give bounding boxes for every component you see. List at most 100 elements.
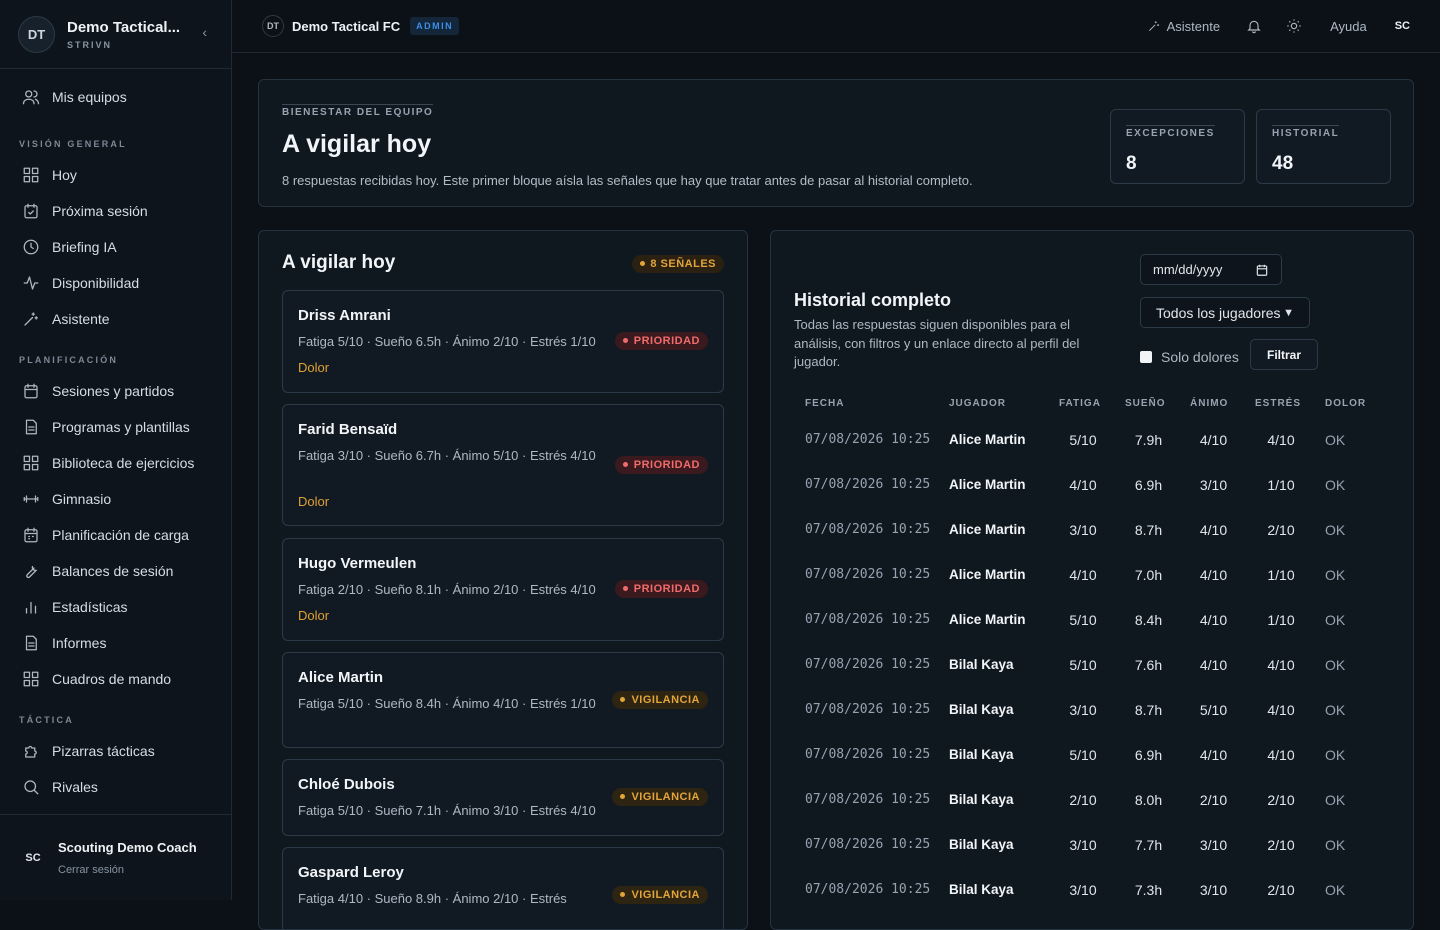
col-fecha[interactable]: FECHA <box>793 389 949 417</box>
player-metrics: Fatiga 5/10 · Sueño 6.5h · Ánimo 2/10 · … <box>298 333 613 351</box>
player-alert-card[interactable]: Farid Bensaïd Fatiga 3/10 · Sueño 6.7h ·… <box>282 404 724 526</box>
date-filter-input[interactable]: mm/dd/yyyy <box>1140 254 1282 285</box>
sidebar-item-programas[interactable]: Programas y plantillas <box>0 409 231 445</box>
player-alert-card[interactable]: Alice Martin Fatiga 5/10 · Sueño 8.4h · … <box>282 652 724 748</box>
history-description: Todas las respuestas siguen disponibles … <box>794 316 1114 372</box>
priority-badge: PRIORIDAD <box>615 456 708 474</box>
sidebar-item-sesiones[interactable]: Sesiones y partidos <box>0 373 231 409</box>
sidebar-item-hoy[interactable]: Hoy <box>0 157 231 193</box>
sidebar-item-rivales[interactable]: Rivales <box>0 769 231 805</box>
table-row[interactable]: 07/08/2026 10:25Bilal Kaya3/107.7h3/102/… <box>793 822 1375 867</box>
team-switcher[interactable]: DT Demo Tactical... STRIVN ‹ <box>0 0 231 69</box>
table-row[interactable]: 07/08/2026 10:25Alice Martin5/107.9h4/10… <box>793 417 1375 462</box>
watch-badge: VIGILANCIA <box>612 886 708 904</box>
table-row[interactable]: 07/08/2026 10:25Alice Martin3/108.7h4/10… <box>793 507 1375 552</box>
cell-player[interactable]: Alice Martin <box>949 597 1059 642</box>
cell-player[interactable]: Alice Martin <box>949 507 1059 552</box>
theme-toggle[interactable] <box>1286 18 1302 34</box>
sidebar-item-label: Disponibilidad <box>52 275 139 291</box>
table-row[interactable]: 07/08/2026 10:25Bilal Kaya3/107.3h3/102/… <box>793 867 1375 912</box>
table-row[interactable]: 07/08/2026 10:25Bilal Kaya2/108.0h2/102/… <box>793 777 1375 822</box>
calendar-icon[interactable] <box>1255 263 1269 277</box>
col-dolor[interactable]: DOLOR <box>1325 389 1375 417</box>
date-placeholder: mm/dd/yyyy <box>1153 262 1222 277</box>
team-name: Demo Tactical... <box>67 19 180 36</box>
sidebar-item-label: Estadísticas <box>52 599 127 615</box>
sidebar-item-asistente[interactable]: Asistente <box>0 301 231 337</box>
sidebar-item-planificacion-carga[interactable]: Planificación de carga <box>0 517 231 553</box>
table-row[interactable]: 07/08/2026 10:25Alice Martin4/107.0h4/10… <box>793 552 1375 597</box>
checkbox-box[interactable] <box>1140 351 1152 363</box>
cell-player[interactable]: Bilal Kaya <box>949 687 1059 732</box>
filter-button[interactable]: Filtrar <box>1250 339 1318 370</box>
file-text-icon <box>22 634 40 652</box>
col-jugador[interactable]: JUGADOR <box>949 389 1059 417</box>
sidebar-item-informes[interactable]: Informes <box>0 625 231 661</box>
cell-sleep: 7.0h <box>1125 552 1190 597</box>
sidebar-item-proxima-sesion[interactable]: Próxima sesión <box>0 193 231 229</box>
history-title: Historial completo <box>794 290 951 311</box>
cell-stress: 1/10 <box>1255 597 1325 642</box>
table-row[interactable]: 07/08/2026 10:25Alice Martin5/108.4h4/10… <box>793 597 1375 642</box>
eyebrow: BIENESTAR DEL EQUIPO <box>282 104 433 118</box>
cell-player[interactable]: Alice Martin <box>949 462 1059 507</box>
watch-badge: VIGILANCIA <box>612 788 708 806</box>
sidebar-item-briefing-ia[interactable]: Briefing IA <box>0 229 231 265</box>
cell-fatigue: 5/10 <box>1059 642 1125 687</box>
player-name: Chloé Dubois <box>298 776 395 793</box>
table-row[interactable]: 07/08/2026 10:25Bilal Kaya3/108.7h5/104/… <box>793 687 1375 732</box>
cell-player[interactable]: Bilal Kaya <box>949 777 1059 822</box>
table-row[interactable]: 07/08/2026 10:25Bilal Kaya5/106.9h4/104/… <box>793 732 1375 777</box>
logout-link[interactable]: Cerrar sesión <box>58 864 197 876</box>
sidebar-item-gimnasio[interactable]: Gimnasio <box>0 481 231 517</box>
player-alert-card[interactable]: Driss Amrani Fatiga 5/10 · Sueño 6.5h · … <box>282 290 724 393</box>
sidebar-item-label: Hoy <box>52 167 77 183</box>
table-row[interactable]: 07/08/2026 10:25Alice Martin4/106.9h3/10… <box>793 462 1375 507</box>
sidebar-item-label: Biblioteca de ejercicios <box>52 455 194 471</box>
brand-name: STRIVN <box>67 40 180 50</box>
cell-fatigue: 3/10 <box>1059 867 1125 912</box>
assistant-button[interactable]: Asistente <box>1147 19 1220 34</box>
table-row[interactable]: 07/08/2026 10:25Bilal Kaya5/107.6h4/104/… <box>793 642 1375 687</box>
watch-badge: VIGILANCIA <box>612 691 708 709</box>
player-alert-card[interactable]: Gaspard Leroy Fatiga 4/10 · Sueño 8.9h ·… <box>282 847 724 930</box>
sidebar-item-cuadros[interactable]: Cuadros de mando <box>0 661 231 697</box>
sidebar-item-balances[interactable]: Balances de sesión <box>0 553 231 589</box>
chevron-left-icon[interactable]: ‹ <box>202 24 207 40</box>
sidebar-item-disponibilidad[interactable]: Disponibilidad <box>0 265 231 301</box>
cell-mood: 4/10 <box>1190 552 1255 597</box>
cell-player[interactable]: Bilal Kaya <box>949 867 1059 912</box>
cell-sleep: 8.0h <box>1125 777 1190 822</box>
cell-mood: 3/10 <box>1190 462 1255 507</box>
pain-only-checkbox[interactable]: Solo dolores <box>1140 349 1239 365</box>
player-alert-card[interactable]: Chloé Dubois Fatiga 5/10 · Sueño 7.1h · … <box>282 759 724 836</box>
col-animo[interactable]: ÁNIMO <box>1190 389 1255 417</box>
sidebar-item-label: Informes <box>52 635 106 651</box>
sidebar-item-estadisticas[interactable]: Estadísticas <box>0 589 231 625</box>
cell-player[interactable]: Bilal Kaya <box>949 642 1059 687</box>
file-icon <box>22 418 40 436</box>
cell-pain: OK <box>1325 552 1375 597</box>
user-menu[interactable]: SC <box>1395 20 1410 32</box>
player-select[interactable]: Todos los jugadores ▼ <box>1140 297 1310 328</box>
cell-player[interactable]: Alice Martin <box>949 552 1059 597</box>
notifications-button[interactable] <box>1246 18 1262 34</box>
sidebar-item-label: Planificación de carga <box>52 527 189 543</box>
sidebar-item-mis-equipos[interactable]: Mis equipos <box>0 79 231 115</box>
help-link[interactable]: Ayuda <box>1330 19 1367 34</box>
watch-list-card: A vigilar hoy 8 SEÑALES Driss Amrani Fat… <box>258 230 748 930</box>
sidebar-item-biblioteca[interactable]: Biblioteca de ejercicios <box>0 445 231 481</box>
col-sueno[interactable]: SUEÑO <box>1125 389 1190 417</box>
player-alert-card[interactable]: Hugo Vermeulen Fatiga 2/10 · Sueño 8.1h … <box>282 538 724 641</box>
sidebar-item-pizarras[interactable]: Pizarras tácticas <box>0 733 231 769</box>
cell-player[interactable]: Bilal Kaya <box>949 822 1059 867</box>
cell-player[interactable]: Bilal Kaya <box>949 732 1059 777</box>
cell-sleep: 7.7h <box>1125 822 1190 867</box>
col-fatiga[interactable]: FATIGA <box>1059 389 1125 417</box>
cell-stress: 2/10 <box>1255 507 1325 552</box>
stat-label: EXCEPCIONES <box>1126 125 1215 139</box>
col-estres[interactable]: ESTRÉS <box>1255 389 1325 417</box>
cell-player[interactable]: Alice Martin <box>949 417 1059 462</box>
cell-pain: OK <box>1325 687 1375 732</box>
sidebar-item-label: Mis equipos <box>52 89 127 105</box>
